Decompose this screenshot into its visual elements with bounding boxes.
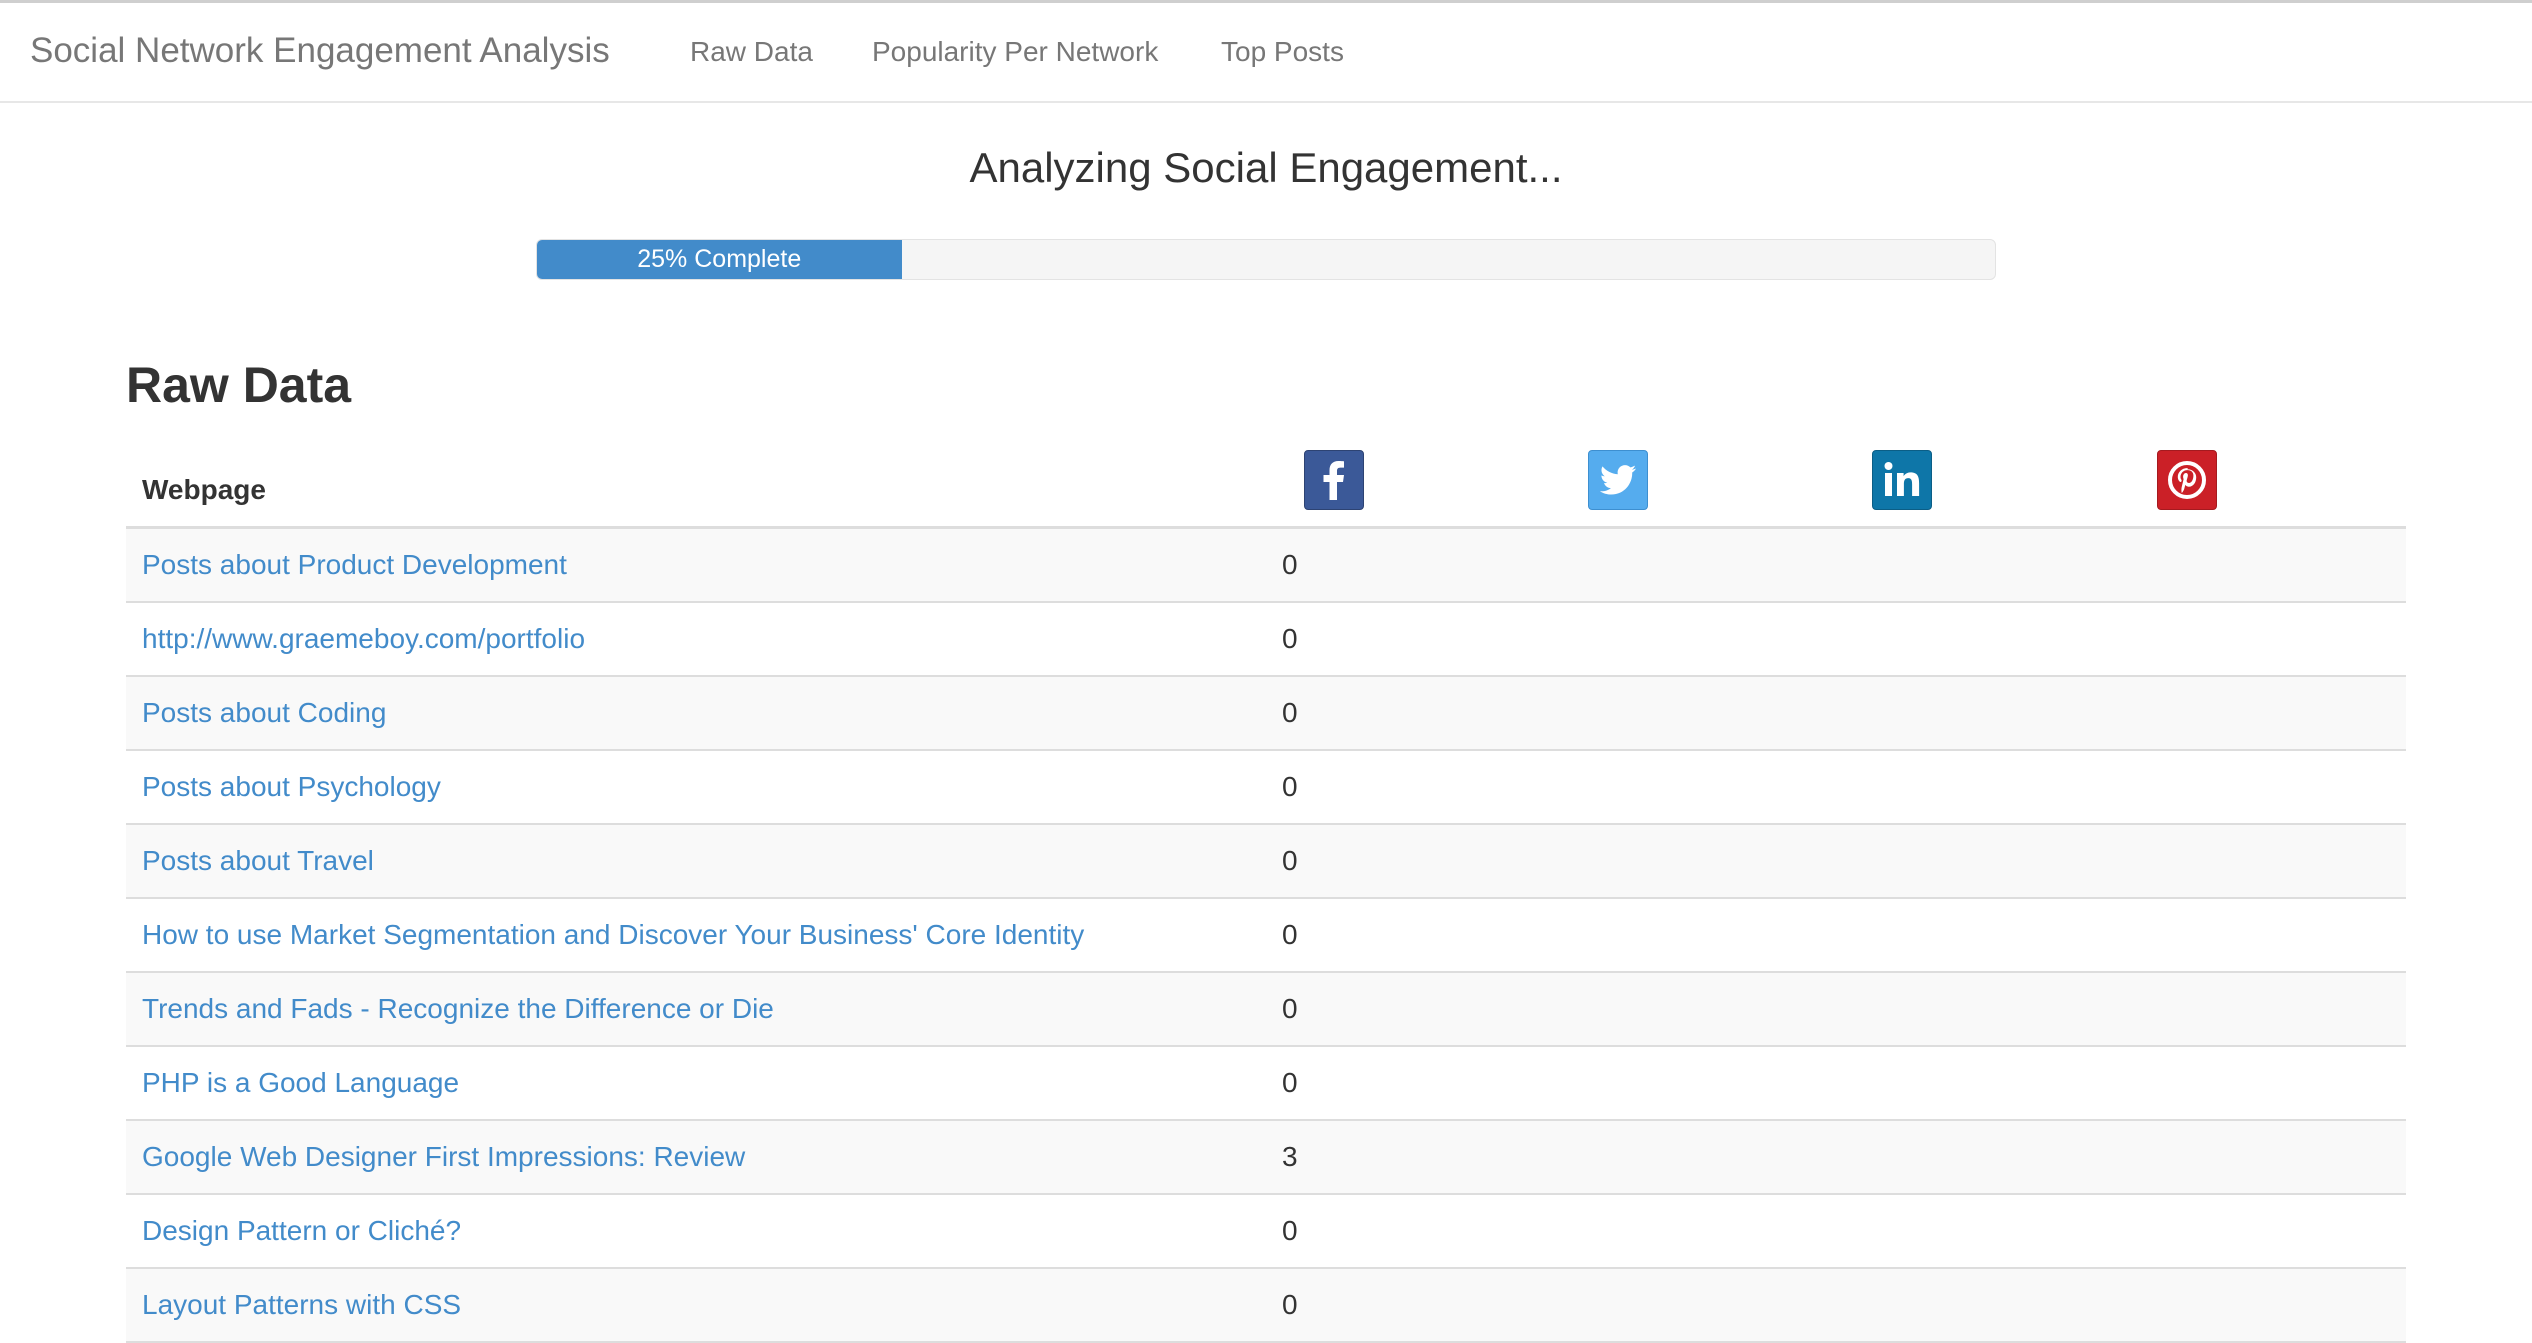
facebook-count: 0: [1282, 845, 1298, 876]
webpage-link[interactable]: Posts about Travel: [142, 845, 374, 877]
progress-bar: 25% Complete: [537, 240, 902, 279]
webpage-link[interactable]: Google Web Designer First Impressions: R…: [142, 1141, 745, 1173]
navbar: Social Network Engagement Analysis Raw D…: [0, 0, 2532, 103]
table-row: How to use Market Segmentation and Disco…: [126, 899, 2406, 973]
facebook-count: 0: [1282, 993, 1298, 1024]
table-row: Posts about Travel 0: [126, 825, 2406, 899]
table-row: http://www.graemeboy.com/portfolio 0: [126, 603, 2406, 677]
facebook-count: 0: [1282, 549, 1298, 580]
webpage-link[interactable]: Design Pattern or Cliché?: [142, 1215, 461, 1247]
webpage-link[interactable]: Layout Patterns with CSS: [142, 1289, 461, 1321]
navbar-brand[interactable]: Social Network Engagement Analysis: [30, 31, 610, 71]
progress-track: 25% Complete: [536, 239, 1996, 280]
table-row: Trends and Fads - Recognize the Differen…: [126, 973, 2406, 1047]
table-row: Google Web Designer First Impressions: R…: [126, 1121, 2406, 1195]
table-row: Layout Patterns with CSS 0: [126, 1269, 2406, 1343]
webpage-link[interactable]: PHP is a Good Language: [142, 1067, 459, 1099]
raw-data-heading: Raw Data: [126, 357, 352, 413]
facebook-count: 0: [1282, 1289, 1298, 1320]
table-row: Posts about Psychology 0: [126, 751, 2406, 825]
twitter-icon[interactable]: [1588, 450, 1648, 510]
table-body: Posts about Product Development 0 http://w…: [126, 529, 2406, 1343]
webpage-link[interactable]: Posts about Psychology: [142, 771, 441, 803]
facebook-count: 0: [1282, 1215, 1298, 1246]
facebook-count: 0: [1282, 771, 1298, 802]
facebook-count: 0: [1282, 1067, 1298, 1098]
webpage-link[interactable]: http://www.graemeboy.com/portfolio: [142, 623, 585, 655]
raw-data-table: Webpage Posts about Product Development …: [126, 446, 2406, 1343]
linkedin-icon[interactable]: [1872, 450, 1932, 510]
facebook-count: 3: [1282, 1141, 1298, 1172]
facebook-icon[interactable]: [1304, 450, 1364, 510]
pinterest-icon[interactable]: [2157, 450, 2217, 510]
facebook-count: 0: [1282, 623, 1298, 654]
webpage-column-header: Webpage: [142, 474, 266, 505]
table-row: PHP is a Good Language 0: [126, 1047, 2406, 1121]
nav-link-popularity-per-network[interactable]: Popularity Per Network: [872, 36, 1158, 68]
progress-title: Analyzing Social Engagement...: [969, 144, 1563, 191]
nav-link-raw-data[interactable]: Raw Data: [690, 36, 813, 68]
facebook-count: 0: [1282, 919, 1298, 950]
webpage-link[interactable]: Posts about Coding: [142, 697, 386, 729]
webpage-link[interactable]: How to use Market Segmentation and Disco…: [142, 919, 1084, 951]
table-row: Design Pattern or Cliché? 0: [126, 1195, 2406, 1269]
webpage-link[interactable]: Posts about Product Development: [142, 549, 567, 581]
facebook-count: 0: [1282, 697, 1298, 728]
table-header: Webpage: [126, 446, 2406, 529]
table-row: Posts about Coding 0: [126, 677, 2406, 751]
webpage-link[interactable]: Trends and Fads - Recognize the Differen…: [142, 993, 774, 1025]
table-row: Posts about Product Development 0: [126, 529, 2406, 603]
nav-link-top-posts[interactable]: Top Posts: [1221, 36, 1344, 68]
